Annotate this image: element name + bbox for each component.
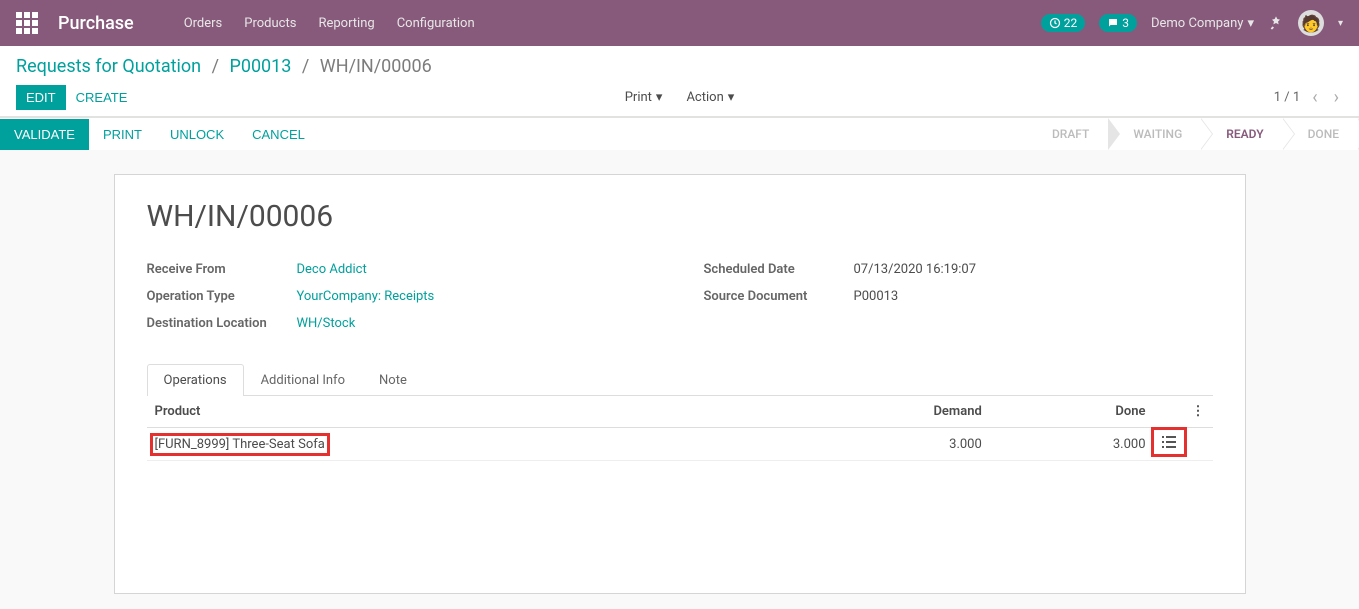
breadcrumb-current: WH/IN/00006 <box>320 56 432 77</box>
cell-detail <box>1154 428 1184 461</box>
company-switcher[interactable]: Demo Company ▾ <box>1151 16 1254 31</box>
pager-prev-icon[interactable]: ‹ <box>1308 87 1321 108</box>
apps-icon[interactable] <box>16 12 38 34</box>
cell-empty <box>1184 428 1213 461</box>
user-avatar[interactable]: 🧑 <box>1298 10 1324 36</box>
table-row[interactable]: [FURN_8999] Three-Seat Sofa 3.000 3.000 <box>147 428 1213 461</box>
messages-count: 3 <box>1122 16 1129 30</box>
breadcrumb-link-2[interactable]: P00013 <box>229 56 291 77</box>
menu-configuration[interactable]: Configuration <box>397 16 475 31</box>
cell-demand: 3.000 <box>773 428 989 461</box>
caret-down-icon: ▾ <box>728 90 735 105</box>
breadcrumb: Requests for Quotation / P00013 / WH/IN/… <box>16 56 1343 77</box>
company-name: Demo Company <box>1151 16 1243 31</box>
breadcrumb-sep: / <box>302 56 309 77</box>
status-ready[interactable]: READY <box>1202 118 1283 150</box>
menu-orders[interactable]: Orders <box>184 16 223 31</box>
control-panel: Requests for Quotation / P00013 / WH/IN/… <box>0 46 1359 117</box>
user-menu-caret-icon[interactable]: ▾ <box>1338 18 1343 29</box>
unlock-button[interactable]: UNLOCK <box>156 119 238 150</box>
top-navbar: Purchase Orders Products Reporting Confi… <box>0 0 1359 46</box>
clock-icon <box>1049 17 1061 29</box>
create-button[interactable]: CREATE <box>66 85 138 110</box>
caret-down-icon: ▾ <box>1247 16 1254 31</box>
scheduled-date-label: Scheduled Date <box>704 258 854 281</box>
pager-text: 1 / 1 <box>1274 90 1300 105</box>
breadcrumb-sep: / <box>212 56 219 77</box>
scheduled-date-value: 07/13/2020 16:19:07 <box>854 258 977 281</box>
notebook-tabs: Operations Additional Info Note <box>147 363 1213 396</box>
source-doc-label: Source Document <box>704 285 854 308</box>
activity-count: 22 <box>1064 16 1078 30</box>
destination-label: Destination Location <box>147 312 297 335</box>
cell-product: [FURN_8999] Three-Seat Sofa <box>147 428 774 461</box>
chat-icon <box>1107 17 1119 29</box>
form-sheet: WH/IN/00006 Receive From Deco Addict Ope… <box>114 174 1246 594</box>
col-product: Product <box>147 396 774 428</box>
pager-next-icon[interactable]: › <box>1330 87 1343 108</box>
col-demand: Demand <box>773 396 989 428</box>
col-detail <box>1154 396 1184 428</box>
form-fields: Receive From Deco Addict Operation Type … <box>147 258 1213 339</box>
tab-note[interactable]: Note <box>362 364 424 396</box>
operation-type-value[interactable]: YourCompany: Receipts <box>297 285 435 308</box>
status-done[interactable]: DONE <box>1284 118 1359 150</box>
action-dropdown[interactable]: Action ▾ <box>678 86 742 109</box>
menu-products[interactable]: Products <box>244 16 296 31</box>
module-title[interactable]: Purchase <box>58 13 134 34</box>
caret-down-icon: ▾ <box>656 90 663 105</box>
statusbar-buttons: VALIDATE PRINT UNLOCK CANCEL <box>0 119 319 150</box>
navbar-right: 22 3 Demo Company ▾ 🧑 ▾ <box>1041 10 1343 36</box>
receive-from-value[interactable]: Deco Addict <box>297 258 367 281</box>
operation-type-label: Operation Type <box>147 285 297 308</box>
control-panel-center: Print ▾ Action ▾ <box>617 86 743 109</box>
activity-badge[interactable]: 22 <box>1041 14 1086 32</box>
product-highlight: [FURN_8999] Three-Seat Sofa <box>150 433 330 456</box>
col-done: Done <box>990 396 1154 428</box>
move-lines-table: Product Demand Done ⋮ [FURN_8999] Three-… <box>147 396 1213 461</box>
status-steps: DRAFT WAITING READY DONE <box>1028 118 1359 150</box>
destination-value[interactable]: WH/Stock <box>297 312 356 335</box>
debug-icon[interactable] <box>1268 15 1284 31</box>
source-doc-value: P00013 <box>854 285 899 308</box>
tab-operations[interactable]: Operations <box>147 364 244 396</box>
list-icon[interactable] <box>1162 436 1176 448</box>
status-draft[interactable]: DRAFT <box>1028 118 1109 150</box>
col-options-icon[interactable]: ⋮ <box>1184 396 1213 428</box>
menu-reporting[interactable]: Reporting <box>318 16 374 31</box>
control-panel-buttons: EDIT CREATE Print ▾ Action ▾ 1 / 1 ‹ › <box>16 85 1343 110</box>
record-title: WH/IN/00006 <box>147 199 1213 234</box>
tab-additional-info[interactable]: Additional Info <box>244 364 362 396</box>
status-waiting[interactable]: WAITING <box>1109 118 1202 150</box>
cancel-button[interactable]: CANCEL <box>238 119 319 150</box>
print-button[interactable]: PRINT <box>89 119 156 150</box>
form-sheet-bg: WH/IN/00006 Receive From Deco Addict Ope… <box>0 150 1359 594</box>
validate-button[interactable]: VALIDATE <box>0 119 89 150</box>
pager: 1 / 1 ‹ › <box>1274 87 1343 108</box>
receive-from-label: Receive From <box>147 258 297 281</box>
statusbar: VALIDATE PRINT UNLOCK CANCEL DRAFT WAITI… <box>0 117 1359 150</box>
print-dropdown[interactable]: Print ▾ <box>617 86 671 109</box>
breadcrumb-link-1[interactable]: Requests for Quotation <box>16 56 201 77</box>
navbar-menu: Orders Products Reporting Configuration <box>184 16 475 31</box>
cell-done: 3.000 <box>990 428 1154 461</box>
messages-badge[interactable]: 3 <box>1099 14 1137 32</box>
edit-button[interactable]: EDIT <box>16 85 66 110</box>
detail-highlight <box>1151 427 1187 457</box>
